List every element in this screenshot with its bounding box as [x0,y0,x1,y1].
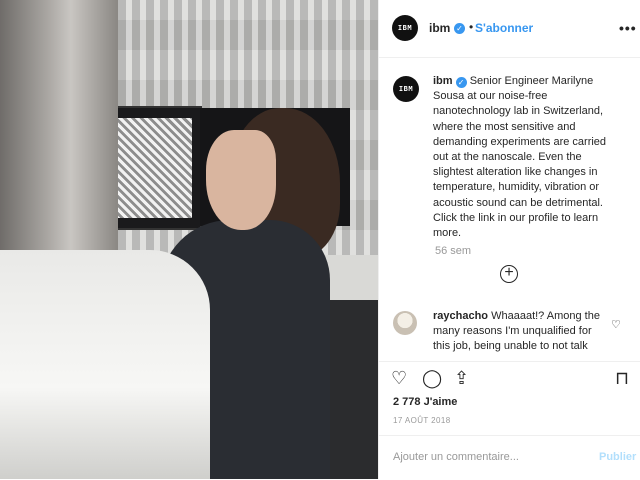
comment-like-heart-icon[interactable]: ♡ [611,318,621,331]
follow-button[interactable]: S'abonner [475,21,533,35]
plus-circle-icon[interactable]: + [500,265,518,283]
comment-input[interactable]: Ajouter un commentaire... [393,451,519,463]
comment-form: Ajouter un commentaire... Publier [379,435,640,480]
account-username[interactable]: ibm [429,21,450,35]
engineer-face [206,130,276,230]
caption-body: ibm ✓ Senior Engineer Marilyne Sousa at … [433,74,621,241]
microscope-monitor [108,106,202,230]
caption-avatar-text: IBM [398,85,414,93]
verified-badge-icon: ✓ [454,23,465,34]
caption-username[interactable]: ibm [433,75,453,87]
commenter-avatar[interactable] [393,311,417,335]
microscope-equipment [0,250,210,479]
account-avatar[interactable]: IBM [392,15,418,41]
caption-text: Senior Engineer Marilyne Sousa at our no… [433,75,607,240]
comment-item: raychacho Whaaaat!? Among the many reaso… [433,309,603,354]
publish-button[interactable]: Publier [599,451,636,463]
heart-icon[interactable]: ♡ [391,368,407,388]
header-separator: • [469,20,474,34]
bookmark-icon[interactable]: ⊓ [615,368,629,388]
post-photo[interactable] [0,0,378,479]
likes-count[interactable]: 2 778 J'aime [393,396,457,408]
comment-username[interactable]: raychacho [433,310,488,322]
avatar-logo-text: IBM [397,24,413,32]
post-side-panel: IBM ibm ✓ • S'abonner ••• IBM ibm ✓ Seni… [378,0,640,479]
caption-avatar[interactable]: IBM [393,76,419,102]
caption-time[interactable]: 56 sem [435,245,471,257]
post-date: 17 AOÛT 2018 [393,416,451,425]
post-header: IBM ibm ✓ • S'abonner ••• [379,0,640,58]
caption-verified-icon: ✓ [455,77,467,89]
comment-icon[interactable]: ◯ [422,368,442,388]
more-options-icon[interactable]: ••• [619,20,637,36]
instagram-post: IBM ibm ✓ • S'abonner ••• IBM ibm ✓ Seni… [0,0,640,479]
action-bar: ♡ ◯ ⇪ ⊓ [379,361,640,392]
share-icon[interactable]: ⇪ [454,368,469,388]
